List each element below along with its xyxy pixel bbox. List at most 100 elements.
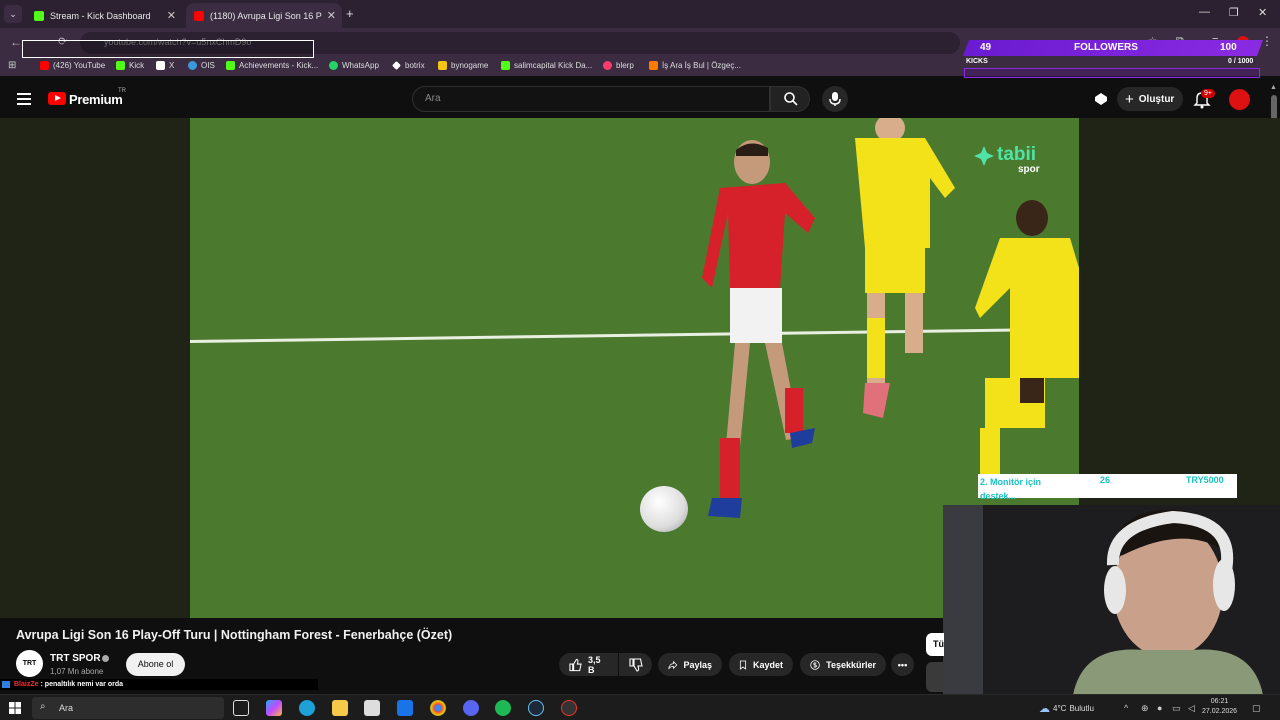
save-button[interactable]: Kaydet xyxy=(729,653,793,676)
ois-icon xyxy=(188,61,197,70)
chat-badge-icon xyxy=(2,681,10,688)
tabii-watermark: tabii xyxy=(997,144,1037,165)
botrix-icon xyxy=(392,61,401,70)
spotify-icon[interactable] xyxy=(495,700,511,716)
plus-icon: + xyxy=(1125,90,1134,108)
clock-time: 06:21 xyxy=(1210,698,1229,705)
taskbar-clock[interactable]: 06:21 27.02.2026 xyxy=(1202,697,1237,717)
bookmark-label: salimcapital Kick Da... xyxy=(514,61,593,70)
microphone-tray-icon[interactable]: ● xyxy=(1157,703,1162,713)
taskbar-search-text: Ara xyxy=(59,703,74,713)
apps-grid-icon[interactable]: ⊞ xyxy=(8,60,16,71)
search-placeholder: Ara xyxy=(425,93,441,104)
search-button[interactable] xyxy=(770,86,810,112)
tab-search-button[interactable]: ⌄ xyxy=(4,5,22,23)
search-input[interactable]: Ara xyxy=(412,86,770,112)
followers-goal-overlay: 49 FOLLOWERS 100 KICKS 0 / 1000 xyxy=(962,40,1263,80)
share-button[interactable]: Paylaş xyxy=(658,653,722,676)
bookmark-achievements[interactable]: Achievements - Kick... xyxy=(226,61,318,70)
store-icon[interactable] xyxy=(364,700,380,716)
minimize-icon[interactable]: — xyxy=(1199,6,1210,18)
player-yellow-kit-left xyxy=(855,118,955,418)
close-tab-icon[interactable]: ✕ xyxy=(327,9,336,22)
bynogame-icon xyxy=(438,61,447,70)
volume-icon[interactable]: ◁ xyxy=(1188,703,1195,714)
bookmark-whatsapp[interactable]: WhatsApp xyxy=(329,61,379,70)
dislike-button[interactable] xyxy=(619,653,652,676)
bookmark-label: X xyxy=(169,61,175,70)
bookmark-x[interactable]: X xyxy=(156,61,174,70)
bookmark-botrix[interactable]: botrix xyxy=(392,61,425,70)
steam-icon[interactable] xyxy=(528,700,544,716)
clock-date: 27.02.2026 xyxy=(1202,708,1238,715)
followers-count: 49 xyxy=(980,42,992,53)
maximize-icon[interactable]: ❐ xyxy=(1229,6,1239,19)
chat-overlay-line: BlaizZe : penaltılık nemi var orda xyxy=(0,679,318,690)
more-dots-icon: ••• xyxy=(897,659,908,670)
bookmark-label: blerp xyxy=(616,61,634,70)
more-actions-button[interactable]: ••• xyxy=(891,653,914,676)
youtube-favicon-icon xyxy=(194,10,204,21)
tray-overflow-icon[interactable]: ^ xyxy=(1124,703,1128,713)
create-button[interactable]: + Oluştur xyxy=(1117,87,1183,111)
youtube-premium-label[interactable]: Premium xyxy=(69,92,123,107)
bookmark-bynogame[interactable]: bynogame xyxy=(438,61,488,70)
tab-youtube-video[interactable]: (1180) Avrupa Ligi Son 16 P ✕ xyxy=(186,3,342,28)
youtube-logo-icon[interactable] xyxy=(48,92,66,105)
bookmark-salimcapital[interactable]: salimcapital Kick Da... xyxy=(501,61,592,70)
bookmark-label: OIS xyxy=(201,61,215,70)
notification-center-icon[interactable]: ▢ xyxy=(1252,703,1261,714)
scroll-up-arrow-icon[interactable]: ▲ xyxy=(1270,84,1278,92)
copilot-icon[interactable] xyxy=(266,700,282,716)
menu-kebab-icon[interactable]: ⋮ xyxy=(1261,34,1273,48)
chrome-icon[interactable] xyxy=(430,700,446,716)
stream-overlay-box xyxy=(22,40,314,58)
mail-icon[interactable] xyxy=(397,700,413,716)
taskbar-search[interactable]: ⌕ Ara xyxy=(32,697,224,719)
windows-start-icon[interactable] xyxy=(9,702,21,714)
followers-label: FOLLOWERS xyxy=(1074,42,1138,53)
close-window-icon[interactable]: ✕ xyxy=(1258,6,1267,19)
streamer-webcam xyxy=(943,505,1280,695)
file-explorer-icon[interactable] xyxy=(332,700,348,716)
tab-kick-dashboard[interactable]: Stream - Kick Dashboard ✕ xyxy=(26,3,182,28)
job-site-icon xyxy=(649,61,658,70)
app-icon[interactable] xyxy=(561,700,577,716)
bookmark-blerp[interactable]: blerp xyxy=(603,61,634,70)
back-icon[interactable]: ← xyxy=(10,35,22,49)
voice-search-button[interactable] xyxy=(822,86,848,112)
blerp-icon xyxy=(603,61,612,70)
kicks-progress-bar xyxy=(964,68,1260,78)
close-tab-icon[interactable]: ✕ xyxy=(167,9,176,22)
network-icon[interactable]: ▭ xyxy=(1172,703,1181,714)
bookmark-youtube[interactable]: (426) YouTube xyxy=(40,61,105,70)
edge-icon[interactable] xyxy=(299,700,315,716)
hamburger-menu-icon[interactable] xyxy=(17,93,31,105)
share-label: Paylaş xyxy=(683,659,712,670)
taskbar-weather[interactable]: ☁ 4°C Bulutlu xyxy=(1039,702,1094,715)
sidebar-chip[interactable]: Tü xyxy=(926,633,944,656)
new-tab-button[interactable]: + xyxy=(346,6,354,21)
channel-name[interactable]: TRT SPOR xyxy=(50,653,101,664)
tab-title: (1180) Avrupa Ligi Son 16 P xyxy=(210,10,322,21)
sidebar-thumbnail[interactable] xyxy=(926,662,944,692)
search-icon: ⌕ xyxy=(40,701,46,712)
thanks-dollar-icon xyxy=(810,659,820,670)
bookmark-label: (426) YouTube xyxy=(53,61,106,70)
tabii-logo-icon xyxy=(974,146,994,166)
channel-avatar[interactable]: TRT xyxy=(16,650,43,677)
bookmark-kick[interactable]: Kick xyxy=(116,61,144,70)
like-button[interactable]: 3,5 B xyxy=(559,653,618,676)
discord-icon[interactable] xyxy=(463,700,479,716)
tray-app-icon[interactable]: ⊕ xyxy=(1141,703,1149,714)
donation-goal-overlay: 2. Monitör için destek... 26 TRY5000 xyxy=(978,474,1237,501)
bookmark-ois[interactable]: OIS xyxy=(188,61,215,70)
country-code: TR xyxy=(118,88,126,94)
cast-icon[interactable] xyxy=(1093,91,1109,107)
thanks-button[interactable]: Teşekkürler xyxy=(800,653,886,676)
account-avatar[interactable] xyxy=(1229,89,1250,110)
donation-count: 26 xyxy=(1100,475,1111,485)
bookmark-is-ara[interactable]: İş Ara İş Bul | Özgeç... xyxy=(649,61,741,70)
task-view-icon[interactable] xyxy=(233,700,249,716)
subscribe-button[interactable]: Abone ol xyxy=(126,653,185,676)
